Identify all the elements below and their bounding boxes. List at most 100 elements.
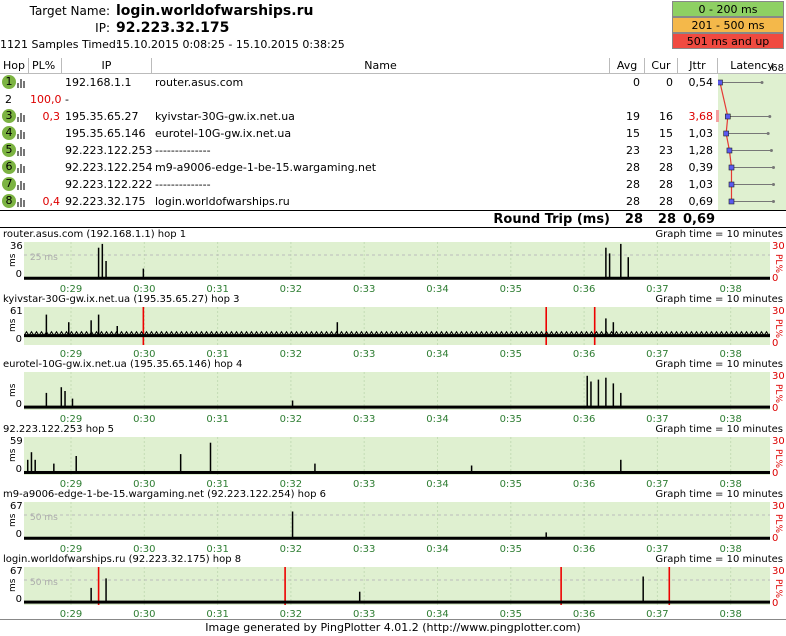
latency-max-dot xyxy=(771,183,775,186)
target-name-label: Target Name: xyxy=(29,4,110,18)
hop-number-badge: 8 xyxy=(2,194,16,208)
bar-chart-icon[interactable] xyxy=(17,78,27,88)
bar-chart-icon[interactable] xyxy=(17,146,27,156)
col-name[interactable]: Name xyxy=(152,58,610,74)
ip-address: 92.223.122.222 xyxy=(65,178,153,191)
col-ip[interactable]: IP xyxy=(62,58,152,74)
round-trip-label: Round Trip (ms) xyxy=(493,212,610,227)
col-avg[interactable]: Avg xyxy=(610,58,645,74)
hop-time-graph[interactable]: router.asus.com (192.168.1.1) hop 1 Grap… xyxy=(0,229,786,295)
graph-ymax: 59 xyxy=(10,436,23,447)
host-name: eurotel-10G-gw.ix.net.ua xyxy=(155,127,292,140)
pl-axis-top: 30 xyxy=(772,241,785,252)
jitter-value: 1,03 xyxy=(688,178,714,191)
col-pl[interactable]: PL% xyxy=(29,58,62,74)
avg-latency: 0 xyxy=(633,76,640,89)
round-trip-avg: 28 xyxy=(624,212,643,227)
ip-value: 92.223.32.175 xyxy=(116,20,230,36)
graph-ymin: 0 xyxy=(15,529,22,540)
graph-title: login.worldofwarships.ru (92.223.32.175)… xyxy=(3,554,242,565)
hop-number: 2 xyxy=(5,93,12,106)
pl-value: 0,4 xyxy=(42,195,61,208)
jitter-value: 1,28 xyxy=(688,144,714,157)
bar-chart-icon[interactable] xyxy=(17,163,27,173)
time-axis: 0:29 0:30 0:31 0:32 0:33 0:34 0:35 0:36 0:37 0:38 xyxy=(24,605,770,620)
legend-mid: 201 - 500 ms xyxy=(672,17,784,33)
pl-axis-unit: PL% xyxy=(773,254,783,273)
latency-graph-svg xyxy=(717,79,775,205)
pl-axis-bottom: 0 xyxy=(772,403,779,414)
bar-chart-icon[interactable] xyxy=(17,180,27,190)
pl-axis-top: 30 xyxy=(772,371,785,382)
graph-title: 92.223.122.253 hop 5 xyxy=(3,424,115,435)
pl-axis-bottom: 0 xyxy=(772,468,779,479)
hop-number-badge: 5 xyxy=(2,143,16,157)
latency-graph xyxy=(717,74,786,210)
graph-ymax: 61 xyxy=(10,306,23,317)
pl-axis-unit: PL% xyxy=(773,384,783,403)
host-name: m9-a9006-edge-1-be-15.wargaming.net xyxy=(155,161,377,174)
table-row[interactable]: 6 92.223.122.254 m9-a9006-edge-1-be-15.war… xyxy=(0,159,718,176)
cur-latency: 16 xyxy=(659,110,673,123)
bar-chart-icon[interactable] xyxy=(17,129,27,139)
graph-time-label: Graph time = 10 minutes xyxy=(655,489,783,500)
cur-latency: 28 xyxy=(659,161,673,174)
cur-latency: 28 xyxy=(659,178,673,191)
ip-address: 92.223.122.253 xyxy=(65,144,153,157)
table-row[interactable]: 3 0,3 195.35.65.27 kyivstar-30G-gw.ix.net.u… xyxy=(0,108,719,125)
jitter-value: 0,69 xyxy=(688,195,714,208)
latency-marker xyxy=(723,130,729,137)
hop-time-graph[interactable]: eurotel-10G-gw.ix.net.ua (195.35.65.146)… xyxy=(0,359,786,425)
graph-ms-unit: ms xyxy=(8,513,18,527)
graph-ymax: 36 xyxy=(10,241,23,252)
hop-time-graph[interactable]: kyivstar-30G-gw.ix.net.ua (195.35.65.27)… xyxy=(0,294,786,360)
graph-title: eurotel-10G-gw.ix.net.ua (195.35.65.146)… xyxy=(3,359,243,370)
graph-time-label: Graph time = 10 minutes xyxy=(655,554,783,565)
table-row[interactable]: 5 92.223.122.253 -------------- 23 23 1,28 xyxy=(0,142,718,159)
pl-value xyxy=(30,159,60,176)
table-row[interactable]: 4 195.35.65.146 eurotel-10G-gw.ix.net.ua 15… xyxy=(0,125,718,142)
hop-time-graph[interactable]: m9-a9006-edge-1-be-15.wargaming.net (92.… xyxy=(0,489,786,555)
legend-low: 0 - 200 ms xyxy=(672,1,784,17)
table-row[interactable]: 7 92.223.122.222 -------------- 28 28 1,03 xyxy=(0,176,718,193)
latency-max-dot xyxy=(766,132,770,135)
latency-marker xyxy=(728,198,735,205)
pl-axis-top: 30 xyxy=(772,566,785,577)
cur-latency xyxy=(645,91,673,108)
graph-ymax: 67 xyxy=(10,501,23,512)
col-jttr[interactable]: Jttr xyxy=(678,58,718,74)
time-axis: 0:29 0:30 0:31 0:32 0:33 0:34 0:35 0:36 0:37 0:38 xyxy=(24,280,770,295)
hop-time-graph[interactable]: 92.223.122.253 hop 5 Graph time = 10 min… xyxy=(0,424,786,490)
jitter-value: 0,39 xyxy=(688,161,714,174)
graph-ymin: 0 xyxy=(15,334,22,345)
hop-number-badge: 3 xyxy=(2,109,16,123)
round-trip-cur: 28 xyxy=(657,212,676,227)
table-header: Hop PL% IP Name Avg Cur Jttr Latency 68 xyxy=(0,58,786,74)
pl-axis-top: 30 xyxy=(772,436,785,447)
host-name: -------------- xyxy=(155,144,211,157)
graph-ymin: 0 xyxy=(15,269,22,280)
graph-time-label: Graph time = 10 minutes xyxy=(655,294,783,305)
footer-credit: Image generated by PingPlotter 4.01.2 (h… xyxy=(0,619,786,635)
report-header: Target Name: login.worldofwarships.ru IP… xyxy=(0,0,786,58)
table-row[interactable]: 2 100,0- xyxy=(0,91,718,108)
bar-chart-icon[interactable] xyxy=(17,197,27,207)
graph-plot xyxy=(24,437,770,475)
samples-value: 15.10.2015 0:08:25 - 15.10.2015 0:38:25 xyxy=(116,38,345,51)
host-name: login.worldofwarships.ru xyxy=(155,195,290,208)
jitter-warning-bar xyxy=(716,110,719,122)
graph-plot xyxy=(24,242,770,280)
col-cur[interactable]: Cur xyxy=(645,58,678,74)
round-trip-jttr: 0,69 xyxy=(683,212,716,227)
table-row[interactable]: 1 192.168.1.1 router.asus.com 0 0 0,54 xyxy=(0,74,718,91)
hop-time-graph[interactable]: login.worldofwarships.ru (92.223.32.175)… xyxy=(0,554,786,620)
col-hop[interactable]: Hop xyxy=(0,58,29,74)
table-row[interactable]: 8 0,4 92.223.32.175 login.worldofwarships.r… xyxy=(0,193,718,210)
pl-value xyxy=(30,142,60,159)
ip-label: IP: xyxy=(95,21,110,35)
bar-chart-icon[interactable] xyxy=(17,112,27,122)
host-name: router.asus.com xyxy=(155,76,244,89)
latency-marker xyxy=(728,164,735,171)
cur-latency: 0 xyxy=(666,76,673,89)
col-latency[interactable]: Latency 68 xyxy=(718,58,786,74)
